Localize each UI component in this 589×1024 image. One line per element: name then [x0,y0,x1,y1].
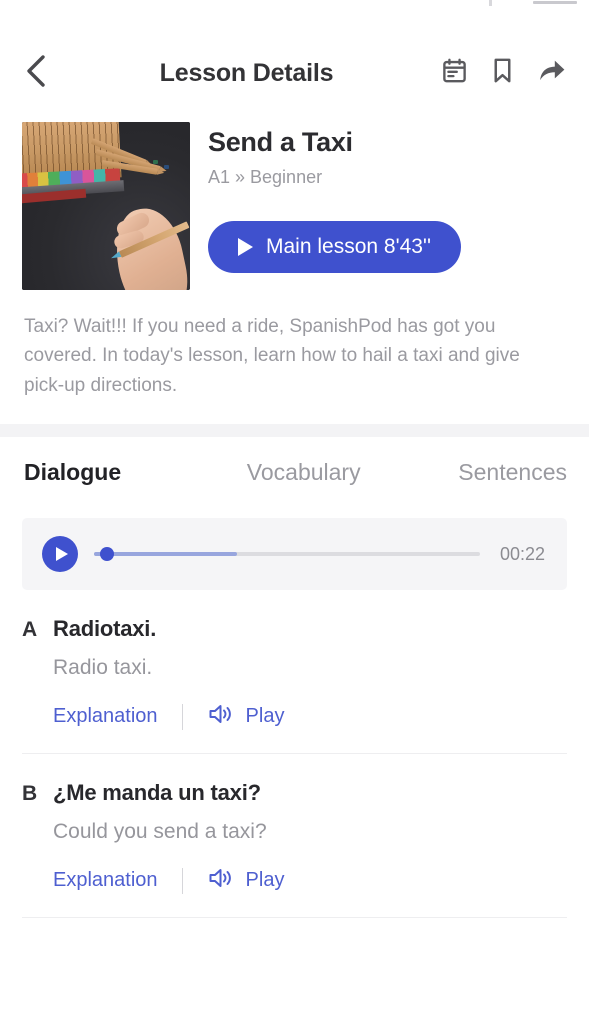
bookmark-icon [490,57,515,89]
play-label: Play [246,869,285,892]
play-label: Play [246,705,285,728]
chevron-left-icon [24,54,46,93]
pencil-lead [153,160,158,164]
bookmark-button[interactable] [490,57,515,89]
audio-time: 00:22 [496,544,545,565]
dialogue-translation-text: Could you send a taxi? [22,820,567,844]
main-lesson-button[interactable]: Main lesson 8'43'' [208,221,461,273]
speaker-wave-icon [207,866,234,895]
pencil-lead [164,165,169,169]
audio-progress-slider[interactable] [94,546,480,562]
tab-sentences[interactable]: Sentences [458,459,567,486]
lesson-info: Send a Taxi A1 » Beginner Main lesson 8'… [208,122,565,290]
dialogue-actions: Explanation Play [22,702,567,731]
lesson-title: Send a Taxi [208,128,565,158]
content-tabs: Dialogue Vocabulary Sentences [0,437,589,486]
audio-player: 00:22 [22,518,567,590]
dialogue-target-line: B ¿Me manda un taxi? [22,780,567,806]
play-audio-link[interactable]: Play [207,702,285,731]
lesson-description: Taxi? Wait!!! If you need a ride, Spanis… [0,290,589,400]
status-bar-indicator [489,0,492,6]
dialogue-target-text: ¿Me manda un taxi? [53,780,261,806]
play-triangle-icon [56,547,68,561]
speaker-label: B [22,782,38,806]
lesson-details-screen: Lesson Details [0,0,589,1024]
calendar-icon [441,57,468,89]
explanation-link[interactable]: Explanation [53,705,158,728]
progress-thumb[interactable] [100,547,114,561]
speaker-wave-icon [207,702,234,731]
list-bottom-divider [22,917,567,918]
battery-icon [533,1,577,4]
back-button[interactable] [18,56,52,90]
explanation-link[interactable]: Explanation [53,869,158,892]
lesson-thumbnail[interactable] [22,122,190,290]
dialogue-actions: Explanation Play [22,866,567,895]
dialogue-target-line: A Radiotaxi. [22,616,567,642]
progress-buffer [94,552,237,556]
tab-dialogue[interactable]: Dialogue [24,459,121,486]
player-play-button[interactable] [42,536,78,572]
action-separator [182,704,183,730]
play-triangle-icon [238,238,253,256]
share-button[interactable] [537,57,567,89]
action-separator [182,868,183,894]
lesson-summary: Send a Taxi A1 » Beginner Main lesson 8'… [0,106,589,290]
play-audio-link[interactable]: Play [207,866,285,895]
lesson-level: A1 » Beginner [208,167,565,189]
calendar-button[interactable] [441,57,468,89]
dialogue-row: B ¿Me manda un taxi? Could you send a ta… [22,753,567,917]
tab-vocabulary[interactable]: Vocabulary [121,459,458,486]
dialogue-target-text: Radiotaxi. [53,616,156,642]
speaker-label: A [22,618,38,642]
section-divider [0,424,589,437]
audio-player-container: 00:22 [0,486,589,590]
share-arrow-icon [537,57,567,89]
header-actions [427,57,567,89]
main-lesson-label: Main lesson 8'43'' [266,235,431,259]
page-title: Lesson Details [52,59,427,88]
dialogue-list: A Radiotaxi. Radio taxi. Explanation Pla… [0,590,589,917]
dialogue-translation-text: Radio taxi. [22,656,567,680]
app-header: Lesson Details [0,40,589,106]
dialogue-row: A Radiotaxi. Radio taxi. Explanation Pla… [22,590,567,753]
status-bar [0,0,589,40]
